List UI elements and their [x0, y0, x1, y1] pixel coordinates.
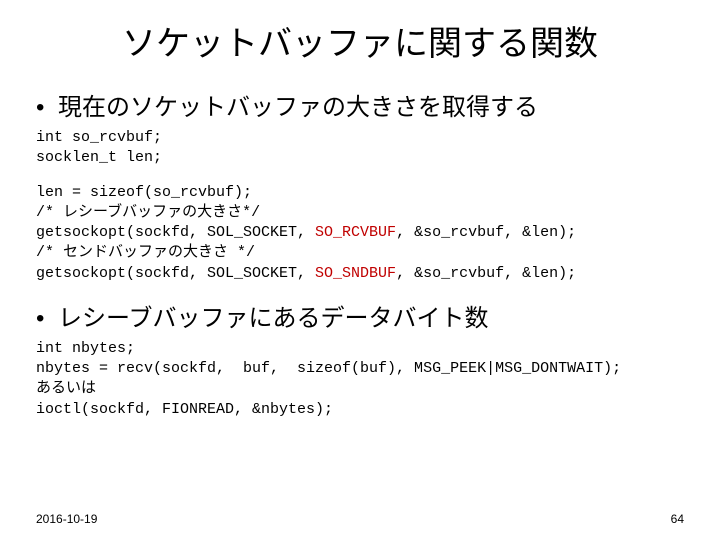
- page-number: 64: [671, 512, 684, 526]
- bullet-1: •現在のソケットバッファの大きさを取得する: [36, 87, 684, 122]
- code-line: len = sizeof(so_rcvbuf);: [36, 184, 252, 201]
- code-line: getsockopt(sockfd, SOL_SOCKET,: [36, 265, 315, 282]
- bullet-2: •レシーブバッファにあるデータバイト数: [36, 298, 684, 333]
- bullet-dot: •: [36, 94, 58, 122]
- code-line: getsockopt(sockfd, SOL_SOCKET,: [36, 224, 315, 241]
- code-line: , &so_rcvbuf, &len);: [396, 265, 576, 282]
- slide: ソケットバッファに関する関数 •現在のソケットバッファの大きさを取得する int…: [0, 0, 720, 540]
- code-block-1b: len = sizeof(so_rcvbuf); /* レシーブバッファの大きさ…: [36, 183, 684, 284]
- bullet-dot: •: [36, 305, 58, 333]
- code-line: /* センドバッファの大きさ */: [36, 244, 255, 261]
- highlight-rcvbuf: SO_RCVBUF: [315, 224, 396, 241]
- bullet-2-text: レシーブバッファにあるデータバイト数: [58, 305, 489, 332]
- slide-title: ソケットバッファに関する関数: [36, 16, 684, 65]
- bullet-1-text: 現在のソケットバッファの大きさを取得する: [58, 94, 538, 121]
- footer-date: 2016-10-19: [36, 512, 97, 526]
- code-block-1a: int so_rcvbuf; socklen_t len;: [36, 128, 684, 169]
- code-line: /* レシーブバッファの大きさ*/: [36, 204, 260, 221]
- highlight-sndbuf: SO_SNDBUF: [315, 265, 396, 282]
- code-block-2: int nbytes; nbytes = recv(sockfd, buf, s…: [36, 339, 684, 420]
- code-line: , &so_rcvbuf, &len);: [396, 224, 576, 241]
